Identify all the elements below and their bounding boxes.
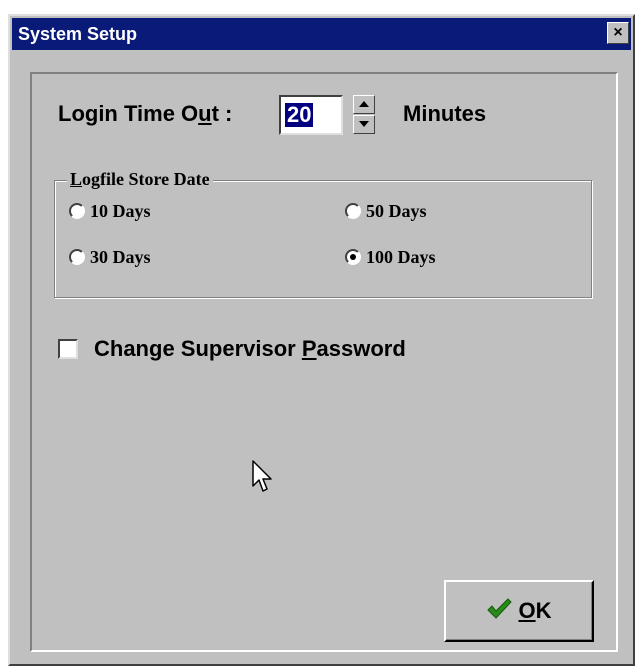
login-timeout-value: 20 bbox=[285, 102, 314, 127]
logfile-group-legend: Logfile Store Date bbox=[67, 169, 213, 190]
ok-button[interactable]: OK bbox=[444, 580, 594, 642]
login-timeout-spinner bbox=[353, 95, 375, 135]
login-timeout-label: Login Time Out : bbox=[58, 101, 233, 126]
ok-label: OK bbox=[518, 598, 552, 623]
change-supervisor-password-checkbox[interactable]: Change Supervisor Password bbox=[58, 336, 406, 362]
radio-selected-dot bbox=[350, 254, 356, 260]
spin-down-button[interactable] bbox=[353, 115, 375, 134]
title-bar[interactable]: System Setup × bbox=[12, 18, 631, 50]
arrow-up-icon bbox=[359, 101, 369, 107]
minutes-label: Minutes bbox=[403, 101, 487, 126]
radio-50-days[interactable]: 50 Days bbox=[345, 199, 427, 223]
arrow-down-icon bbox=[359, 121, 369, 127]
settings-panel: Login Time Out : 20 Minutes Logfile Stor… bbox=[30, 72, 618, 652]
radio-10-days[interactable]: 10 Days bbox=[69, 199, 151, 223]
radio-100-days[interactable]: 100 Days bbox=[345, 245, 436, 269]
radio-circle bbox=[345, 203, 361, 219]
close-button[interactable]: × bbox=[607, 22, 629, 44]
window-title: System Setup bbox=[18, 24, 138, 44]
logfile-store-date-group: Logfile Store Date 10 Days 50 Days 30 Da… bbox=[54, 169, 592, 298]
radio-30-days[interactable]: 30 Days bbox=[69, 245, 151, 269]
change-password-label: Change Supervisor Password bbox=[94, 336, 406, 361]
radio-circle bbox=[69, 249, 85, 265]
checkmark-icon bbox=[486, 597, 513, 626]
checkbox-box bbox=[58, 339, 78, 359]
radio-circle bbox=[69, 203, 85, 219]
spin-up-button[interactable] bbox=[353, 95, 375, 114]
system-setup-window: System Setup × Login Time Out : 20 Minut… bbox=[8, 14, 635, 666]
mouse-pointer-icon bbox=[252, 460, 272, 499]
radio-circle bbox=[345, 249, 361, 265]
login-timeout-input[interactable]: 20 bbox=[279, 95, 343, 135]
